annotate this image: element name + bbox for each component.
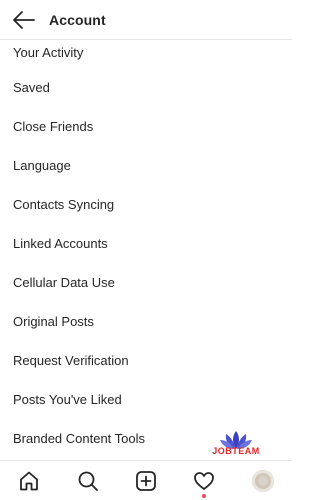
nav-search-button[interactable] [68, 463, 108, 499]
top-bar: Account [0, 0, 292, 40]
menu-item-original-posts[interactable]: Original Posts [0, 302, 292, 341]
account-menu: Your Activity Saved Close Friends Langua… [0, 40, 292, 458]
home-icon [20, 471, 39, 490]
back-button[interactable] [6, 2, 42, 38]
nav-home-button[interactable] [9, 463, 49, 499]
back-arrow-icon [13, 10, 35, 29]
menu-item-linked-accounts[interactable]: Linked Accounts [0, 224, 292, 263]
menu-item-request-verification[interactable]: Request Verification [0, 341, 292, 380]
heart-icon [194, 471, 215, 490]
menu-item-language[interactable]: Language [0, 146, 292, 185]
page-title: Account [49, 11, 106, 28]
watermark-logo: JOBTEAM [206, 430, 266, 462]
nav-new-post-button[interactable] [126, 463, 166, 499]
notification-dot [202, 493, 207, 498]
search-icon [78, 471, 98, 491]
menu-item-close-friends[interactable]: Close Friends [0, 107, 292, 146]
menu-item-your-activity[interactable]: Your Activity [0, 40, 292, 68]
watermark-text: JOBTEAM [212, 446, 260, 456]
avatar [251, 469, 274, 492]
nav-profile-button[interactable] [243, 463, 283, 499]
menu-item-contacts-syncing[interactable]: Contacts Syncing [0, 185, 292, 224]
menu-item-saved[interactable]: Saved [0, 68, 292, 107]
nav-activity-button[interactable] [184, 463, 224, 499]
menu-item-cellular-data-use[interactable]: Cellular Data Use [0, 263, 292, 302]
bottom-navigation [0, 460, 292, 500]
add-post-icon [136, 470, 156, 491]
menu-item-posts-youve-liked[interactable]: Posts You've Liked [0, 380, 292, 419]
